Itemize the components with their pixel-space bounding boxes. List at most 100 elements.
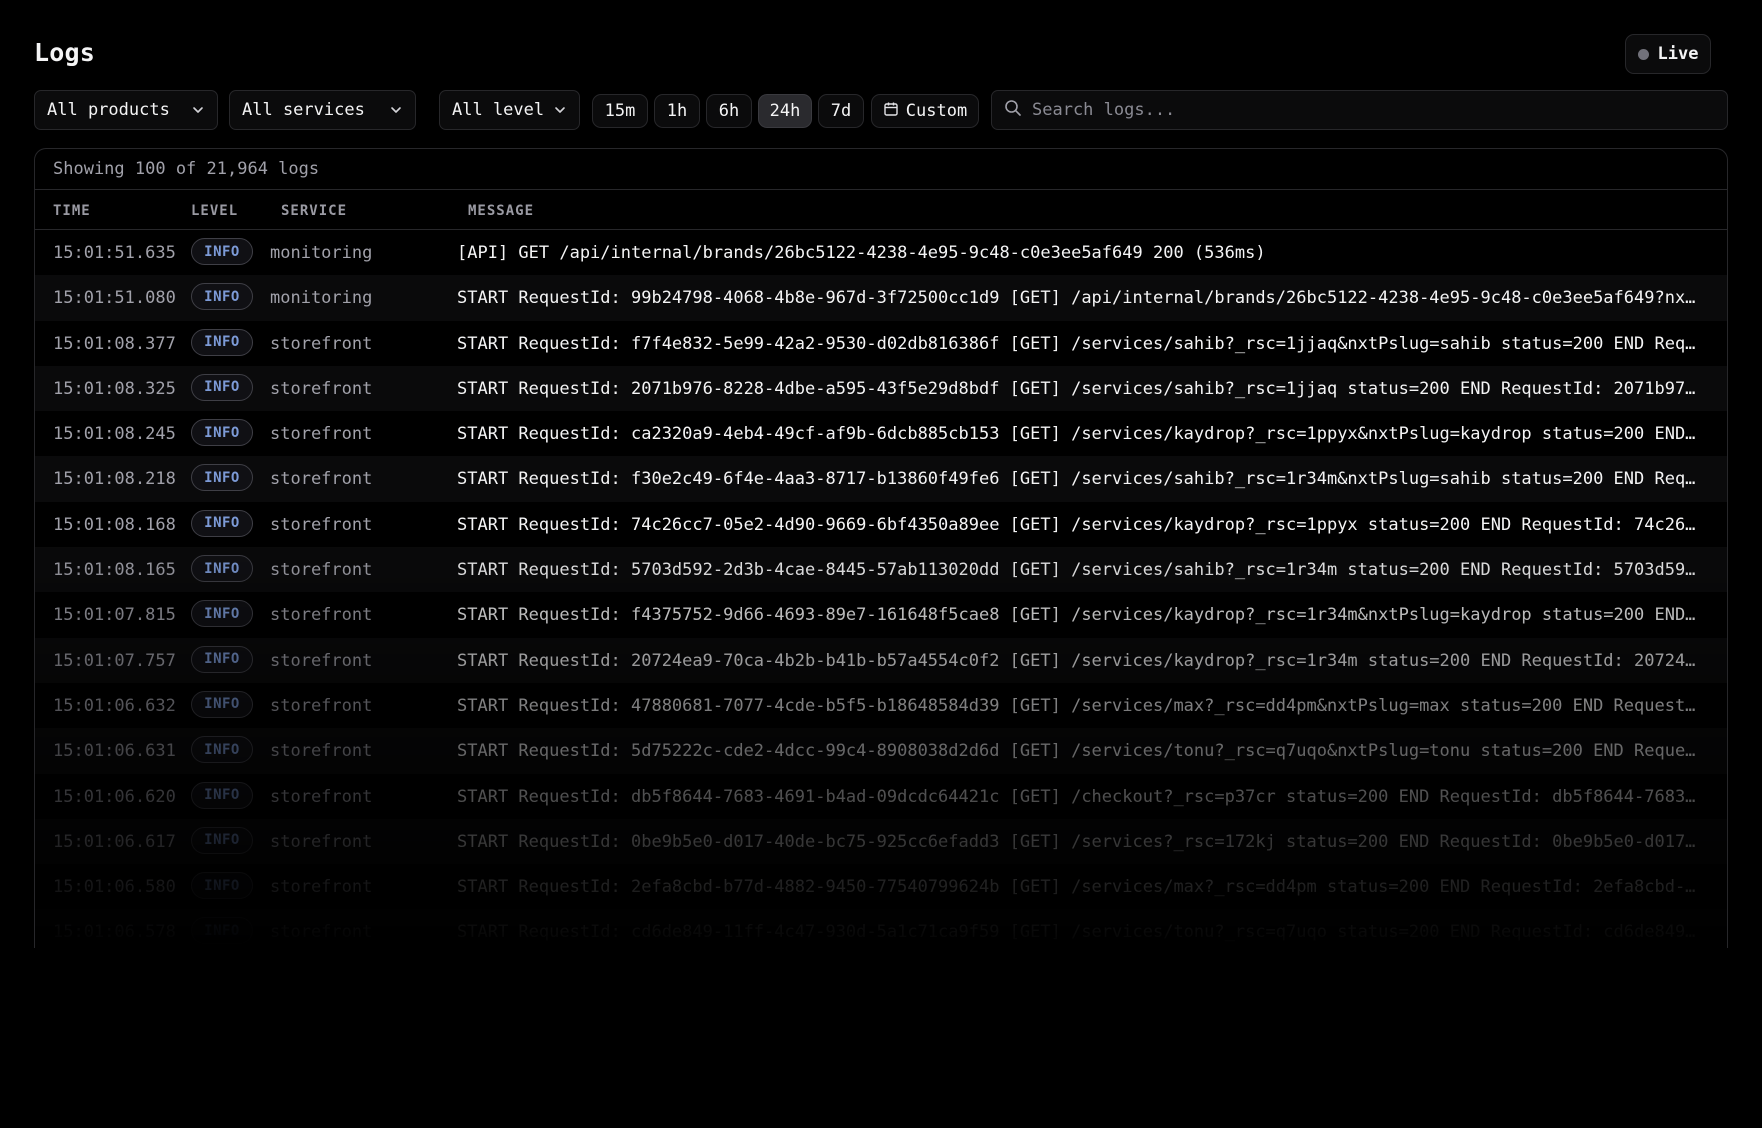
- column-header-service: SERVICE: [281, 203, 348, 219]
- log-service: storefront: [270, 560, 373, 581]
- log-level-badge: INFO: [191, 328, 253, 356]
- log-level-badge: INFO: [191, 238, 253, 265]
- log-row[interactable]: 15:01:06.578 INFO storefront START RequestI…: [35, 909, 1727, 948]
- log-time: 15:01:51.080: [53, 288, 176, 309]
- chevron-down-icon: [553, 103, 567, 117]
- column-header-message: MESSAGE: [468, 203, 535, 219]
- range-6h-label: 6h: [718, 101, 740, 121]
- log-time: 15:01:06.632: [53, 695, 176, 716]
- log-row[interactable]: 15:01:51.635 INFO monitoring [API] GET /api…: [35, 230, 1727, 275]
- log-service: storefront: [270, 378, 373, 399]
- log-message: START RequestId: 0be9b5e0-d017-40de-bc75…: [457, 831, 1696, 852]
- log-row[interactable]: 15:01:07.815 INFO storefront START RequestI…: [35, 592, 1727, 637]
- log-level-badge: INFO: [191, 600, 253, 628]
- log-service: storefront: [270, 877, 373, 898]
- log-message: START RequestId: f30e2c49-6f4e-4aa3-8717…: [457, 469, 1696, 490]
- range-7d-label: 7d: [830, 101, 852, 121]
- log-message: START RequestId: 2efa8cbd-b77d-4882-9450…: [457, 877, 1696, 898]
- chevron-down-icon: [389, 103, 403, 117]
- live-label: Live: [1657, 44, 1699, 64]
- log-message: START RequestId: cd6de849-11ff-4c47-930d…: [457, 922, 1696, 943]
- log-row[interactable]: 15:01:06.580 INFO storefront START RequestI…: [35, 864, 1727, 909]
- log-message: START RequestId: 99b24798-4068-4b8e-967d…: [457, 288, 1696, 309]
- log-service: storefront: [270, 695, 373, 716]
- log-message: START RequestId: 20724ea9-70ca-4b2b-b41b…: [457, 650, 1696, 671]
- log-service: storefront: [270, 333, 373, 354]
- log-row[interactable]: 15:01:51.080 INFO monitoring START RequestI…: [35, 275, 1727, 321]
- log-time: 15:01:08.325: [53, 378, 176, 399]
- log-message: START RequestId: 5d75222c-cde2-4dcc-99c4…: [457, 741, 1696, 762]
- log-service: storefront: [270, 514, 373, 535]
- chevron-down-icon: [191, 103, 205, 117]
- log-message: START RequestId: f7f4e832-5e99-42a2-9530…: [457, 333, 1696, 354]
- level-select-value: All level: [452, 100, 545, 120]
- products-select[interactable]: All products: [34, 90, 218, 130]
- log-message: START RequestId: 5703d592-2d3b-4cae-8445…: [457, 560, 1696, 581]
- log-level-badge: INFO: [191, 736, 253, 764]
- log-row[interactable]: 15:01:06.617 INFO storefront START RequestI…: [35, 818, 1727, 865]
- log-time: 15:01:08.377: [53, 333, 176, 354]
- table-header: TIME LEVEL SERVICE MESSAGE: [35, 190, 1727, 230]
- log-row[interactable]: 15:01:08.377 INFO storefront START RequestI…: [35, 321, 1727, 366]
- log-row[interactable]: 15:01:06.631 INFO storefront START RequestI…: [35, 728, 1727, 774]
- custom-range-button[interactable]: Custom: [871, 94, 979, 128]
- log-service: storefront: [270, 650, 373, 671]
- log-level-badge: INFO: [191, 781, 253, 809]
- log-time: 15:01:06.578: [53, 922, 176, 943]
- log-message: START RequestId: ca2320a9-4eb4-49cf-af9b…: [457, 424, 1696, 445]
- log-row[interactable]: 15:01:08.165 INFO storefront START RequestI…: [35, 547, 1727, 593]
- log-service: monitoring: [270, 288, 373, 309]
- log-time: 15:01:08.168: [53, 514, 176, 535]
- log-search-box[interactable]: [991, 90, 1728, 130]
- calendar-icon: [883, 101, 899, 122]
- log-time: 15:01:08.165: [53, 560, 176, 581]
- log-time: 15:01:07.815: [53, 605, 176, 626]
- log-message: START RequestId: f4375752-9d66-4693-89e7…: [457, 605, 1696, 626]
- range-1h-button[interactable]: 1h: [654, 94, 700, 128]
- services-select-value: All services: [242, 100, 365, 120]
- services-select[interactable]: All services: [229, 90, 416, 130]
- log-row[interactable]: 15:01:08.218 INFO storefront START RequestI…: [35, 456, 1727, 502]
- range-7d-button[interactable]: 7d: [818, 94, 864, 128]
- log-time: 15:01:06.617: [53, 831, 176, 852]
- log-level-badge: INFO: [191, 645, 253, 673]
- log-message: START RequestId: db5f8644-7683-4691-b4ad…: [457, 786, 1696, 807]
- log-row[interactable]: 15:01:08.325 INFO storefront START RequestI…: [35, 365, 1727, 412]
- log-time: 15:01:08.218: [53, 469, 176, 490]
- log-time: 15:01:06.631: [53, 741, 176, 762]
- log-message: START RequestId: 74c26cc7-05e2-4d90-9669…: [457, 514, 1696, 535]
- logs-table-panel: Showing 100 of 21,964 logs TIME LEVEL SE…: [34, 148, 1728, 948]
- column-header-time: TIME: [53, 203, 91, 219]
- log-level-badge: INFO: [191, 555, 253, 583]
- level-select[interactable]: All level: [439, 90, 580, 130]
- log-service: storefront: [270, 424, 373, 445]
- log-service: monitoring: [270, 243, 373, 263]
- log-service: storefront: [270, 922, 373, 943]
- range-6h-button[interactable]: 6h: [706, 94, 752, 128]
- range-15m-button[interactable]: 15m: [592, 94, 648, 128]
- log-service: storefront: [270, 469, 373, 490]
- log-row[interactable]: 15:01:08.245 INFO storefront START RequestI…: [35, 411, 1727, 456]
- live-toggle-button[interactable]: Live: [1625, 34, 1711, 74]
- custom-range-label: Custom: [905, 101, 968, 121]
- range-24h-button[interactable]: 24h: [758, 94, 812, 128]
- column-header-level: LEVEL: [191, 203, 239, 219]
- logs-page: Logs Live All products All services All …: [0, 0, 1762, 1128]
- log-message: START RequestId: 2071b976-8228-4dbe-a595…: [457, 378, 1696, 399]
- log-time: 15:01:07.757: [53, 650, 176, 671]
- log-level-badge: INFO: [191, 872, 253, 900]
- search-input[interactable]: [1032, 100, 1727, 120]
- log-service: storefront: [270, 786, 373, 807]
- log-level-badge: INFO: [191, 283, 253, 311]
- log-rows: 15:01:51.635 INFO monitoring [API] GET /api…: [35, 230, 1727, 948]
- log-service: storefront: [270, 831, 373, 852]
- log-row[interactable]: 15:01:07.757 INFO storefront START RequestI…: [35, 637, 1727, 683]
- log-message: START RequestId: 47880681-7077-4cde-b5f5…: [457, 695, 1696, 716]
- log-row[interactable]: 15:01:08.168 INFO storefront START RequestI…: [35, 502, 1727, 547]
- log-level-badge: INFO: [191, 419, 253, 447]
- log-row[interactable]: 15:01:06.632 INFO storefront START RequestI…: [35, 683, 1727, 728]
- log-level-badge: INFO: [191, 917, 253, 945]
- search-icon: [1004, 99, 1022, 121]
- log-row[interactable]: 15:01:06.620 INFO storefront START RequestI…: [35, 774, 1727, 819]
- range-15m-label: 15m: [604, 101, 636, 121]
